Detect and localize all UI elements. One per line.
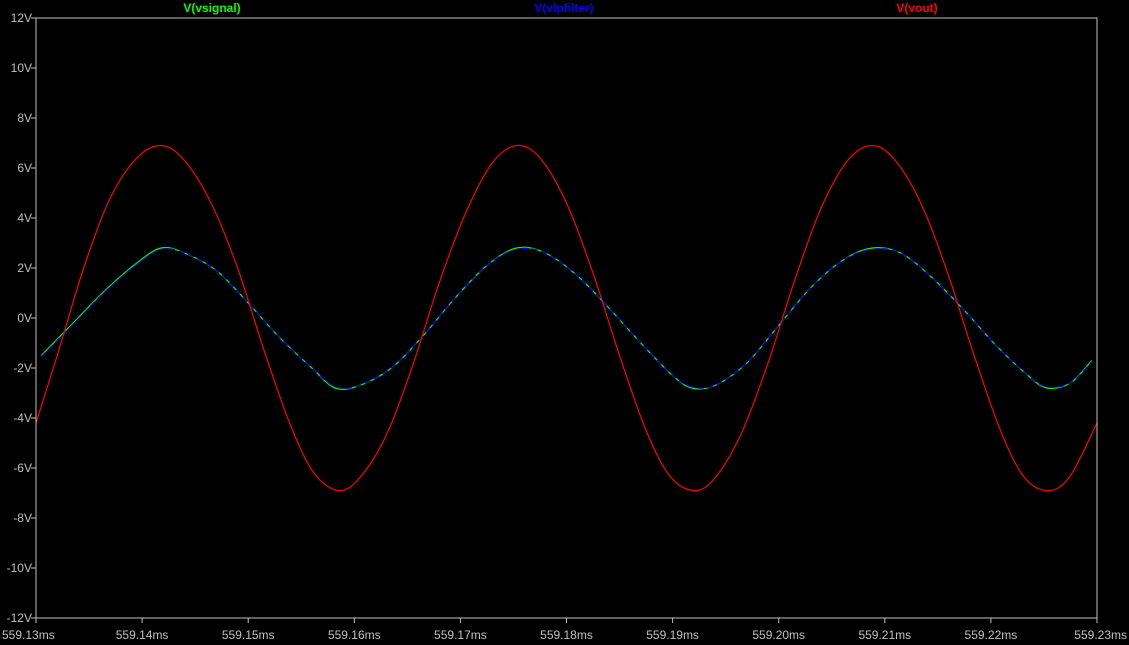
plot-background [0,0,1129,645]
y-tick-label: 2V [17,261,32,275]
y-tick-label: 4V [17,211,32,225]
y-tick-label: -4V [13,411,32,425]
x-tick-label: 559.16ms [328,628,381,642]
x-tick-label: 559.21ms [858,628,911,642]
x-tick-label: 559.22ms [965,628,1018,642]
legend-label: V(vout) [896,1,937,15]
y-tick-label: -2V [13,361,32,375]
y-tick-label: 0V [17,311,32,325]
y-tick-label: 6V [17,161,32,175]
x-tick-label: 559.15ms [222,628,275,642]
waveform-plot: V(vsignal) V(vlpfilter) V(vout) 12V 10V 8V 6V… [0,0,1129,645]
y-tick-label: -8V [13,511,32,525]
y-tick-label: 10V [11,61,32,75]
x-tick-label: 559.13ms [2,628,55,642]
y-tick-label: 8V [17,111,32,125]
y-tick-label: -10V [7,561,32,575]
legend-label: V(vlpfilter) [534,1,593,15]
legend-label: V(vsignal) [183,1,240,15]
y-tick-label: -12V [7,611,32,625]
x-tick-label: 559.17ms [434,628,487,642]
x-tick-label: 559.18ms [540,628,593,642]
x-tick-label: 559.14ms [116,628,169,642]
y-tick-label: -6V [13,461,32,475]
y-tick-label: 12V [11,11,32,25]
x-tick-label: 559.20ms [752,628,805,642]
x-tick-label: 559.19ms [646,628,699,642]
x-tick-label: 559.23ms [1074,628,1127,642]
